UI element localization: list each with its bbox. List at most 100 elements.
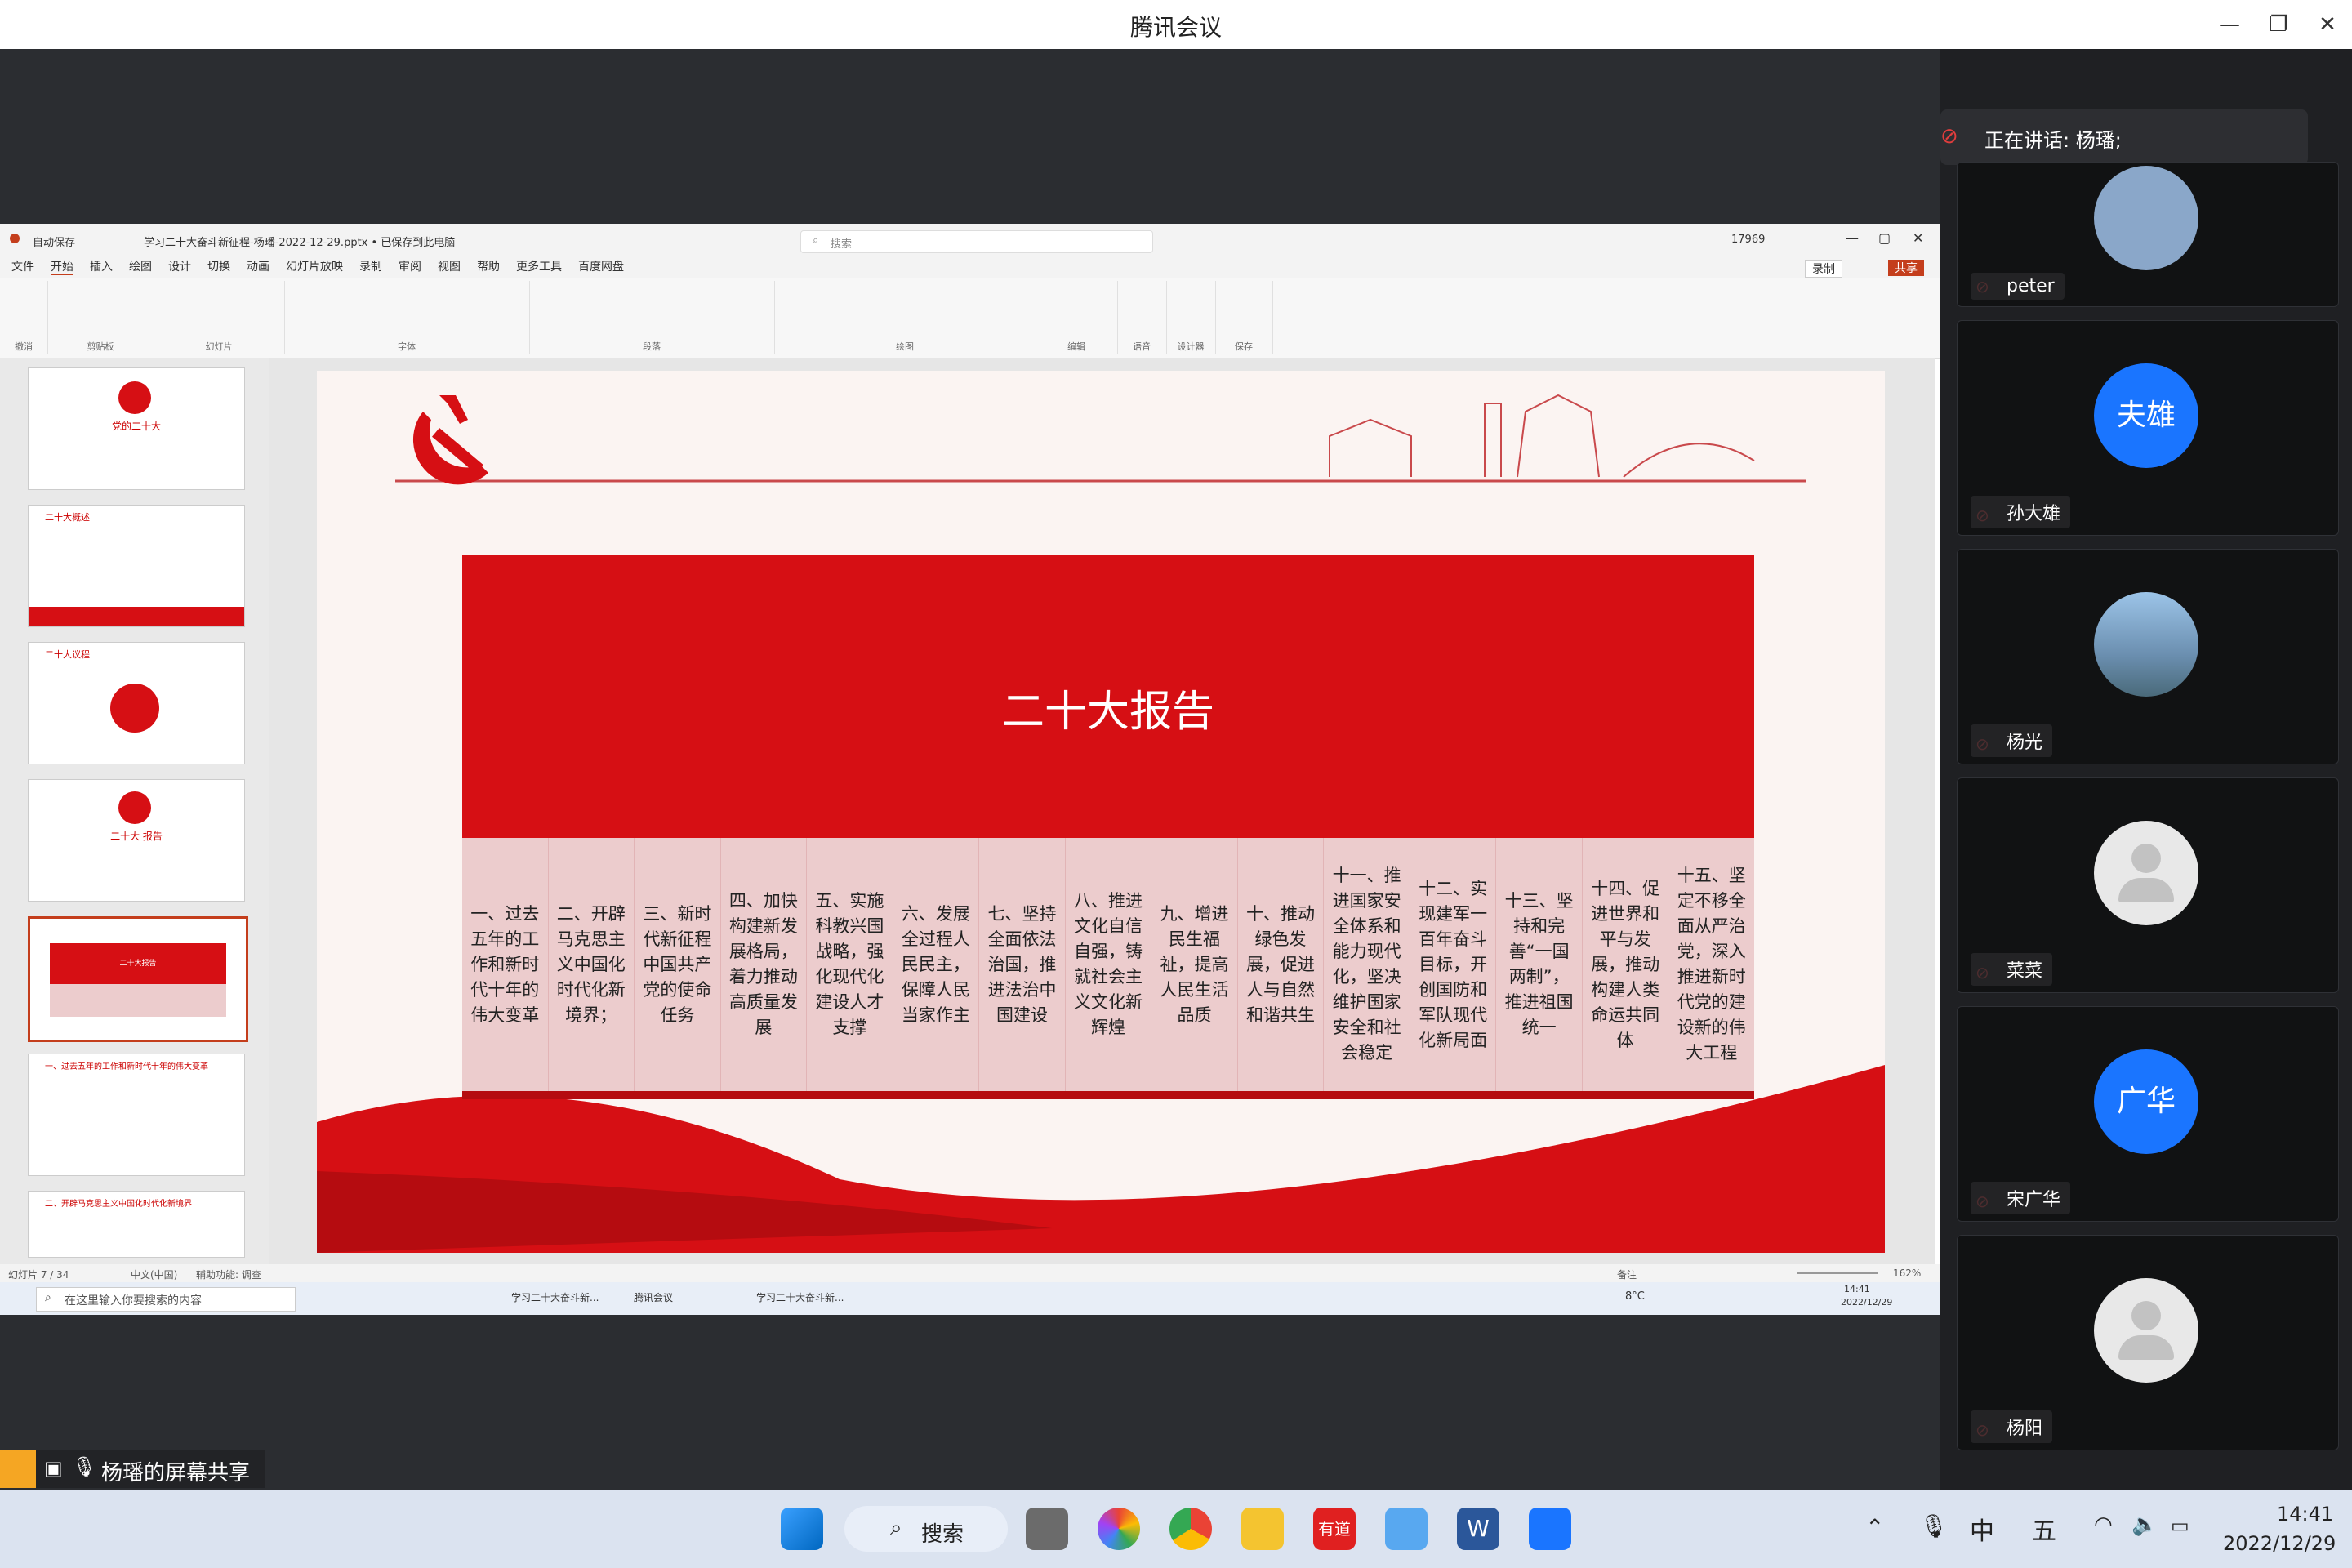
microphone-icon[interactable]: 🎙 xyxy=(1919,1512,1949,1539)
ppt-statusbar: 幻灯片 7 / 34 中文(中国) 辅助功能: 调查 备注 162% xyxy=(0,1264,1940,1282)
menu-design[interactable]: 设计 xyxy=(168,261,191,274)
ime-wubi[interactable]: 五 xyxy=(2032,1511,2056,1547)
menu-record[interactable]: 录制 xyxy=(359,261,382,274)
word-icon[interactable]: W xyxy=(1457,1508,1499,1550)
task-view-icon[interactable] xyxy=(1026,1508,1068,1550)
autosave-label[interactable]: 自动保存 xyxy=(33,234,75,249)
report-section: 十四、促进世界和平与发展，推动构建人类命运共同体 xyxy=(1583,838,1669,1091)
accessibility-indicator[interactable]: 辅助功能: 调查 xyxy=(196,1267,261,1281)
inner-taskbar-app[interactable]: 学习二十大奋斗新... xyxy=(511,1290,599,1304)
ppt-minimize-icon[interactable]: — xyxy=(1846,230,1859,246)
participant-tile[interactable]: 夫雄 ⊘ 孙大雄 xyxy=(1957,320,2339,536)
menu-insert[interactable]: 插入 xyxy=(90,261,113,274)
inner-taskbar-app[interactable]: 学习二十大奋斗新... xyxy=(756,1290,844,1304)
menu-home[interactable]: 开始 xyxy=(51,261,74,275)
menu-transitions[interactable]: 切换 xyxy=(207,261,230,274)
inner-taskbar-search[interactable]: ⌕ 在这里输入你要搜索的内容 xyxy=(36,1287,296,1312)
chevron-up-icon[interactable]: ⌃ xyxy=(1865,1514,1884,1541)
restore-icon[interactable]: ❐ xyxy=(2262,8,2295,41)
report-section: 九、增进民生福祉，提高人民生活品质 xyxy=(1152,838,1238,1091)
slide-thumbnail-selected[interactable]: 7二十大报告 xyxy=(28,916,248,1042)
volume-icon[interactable]: 🔈 xyxy=(2132,1512,2158,1537)
ribbon-group-slides[interactable]: 幻灯片 xyxy=(154,281,285,354)
ribbon-group-drawing[interactable]: 绘图 xyxy=(774,281,1036,354)
menu-more-tools[interactable]: 更多工具 xyxy=(516,261,562,274)
record-button[interactable]: 录制 xyxy=(1805,260,1842,278)
ribbon-group-font[interactable]: 字体 xyxy=(284,281,530,354)
participant-name: 杨阳 xyxy=(1971,1410,2053,1443)
language-indicator[interactable]: 中文(中国) xyxy=(131,1267,177,1281)
menu-view[interactable]: 视图 xyxy=(438,261,461,274)
report-section: 十二、实现建军一百年奋斗目标，开创国防和军队现代化新局面 xyxy=(1410,838,1497,1091)
ribbon-group-designer[interactable]: 设计器 xyxy=(1166,281,1216,354)
menu-draw[interactable]: 绘图 xyxy=(129,261,152,274)
menu-animations[interactable]: 动画 xyxy=(247,261,270,274)
participant-tile[interactable]: ⊘ 杨阳 xyxy=(1957,1235,2339,1450)
ime-mode[interactable]: 中 xyxy=(1970,1511,1994,1547)
shared-screen[interactable]: 自动保存 学习二十大奋斗新征程-杨璠-2022-12-29.pptx • 已保存… xyxy=(0,224,1940,1315)
ppt-menu-bar: 文件 开始 插入 绘图 设计 切换 动画 幻灯片放映 录制 审阅 视图 帮助 更多工具 百度网盘 录制 共… xyxy=(0,258,1940,278)
slide-thumbnail[interactable]: 8一、过去五年的工作和新时代十年的伟大变革 xyxy=(28,1054,245,1176)
chrome-icon[interactable] xyxy=(1169,1508,1212,1550)
battery-icon[interactable]: ▭ xyxy=(2171,1514,2189,1537)
menu-slideshow[interactable]: 幻灯片放映 xyxy=(286,261,343,274)
report-section: 二、开辟马克思主义中国化时代化新境界； xyxy=(549,838,635,1091)
report-section: 七、坚持全面依法治国，推进法治中国建设 xyxy=(979,838,1066,1091)
participant-tile[interactable]: 广华 ⊘ 宋广华 xyxy=(1957,1006,2339,1222)
close-icon[interactable]: ✕ xyxy=(2311,8,2344,41)
slide-thumbnail[interactable]: 5二十大议程 xyxy=(28,642,245,764)
ribbon-group-voice[interactable]: 语音 xyxy=(1117,281,1167,354)
clock-date[interactable]: 2022/12/29 xyxy=(2223,1532,2336,1555)
menu-baidu-netdisk[interactable]: 百度网盘 xyxy=(578,261,624,274)
participant-tile[interactable]: ⊘ 杨光 xyxy=(1957,549,2339,764)
inner-clock-time: 14:41 xyxy=(1844,1284,1870,1294)
inner-taskbar-app[interactable]: 腾讯会议 xyxy=(634,1290,673,1304)
youdao-icon[interactable]: 有道 xyxy=(1313,1508,1356,1550)
participant-tile[interactable]: ⊘ 菜菜 xyxy=(1957,777,2339,993)
slide-thumbnail[interactable]: 3党的二十大 xyxy=(28,368,245,490)
ribbon-group-undo[interactable]: 撤消 xyxy=(0,281,48,354)
slide-thumbnail[interactable]: 4二十大概述 xyxy=(28,505,245,627)
taskbar-search-box[interactable]: ⌕ 搜索 xyxy=(844,1506,1008,1552)
screen-share-indicator[interactable]: ▣ 🎙 杨璠的屏幕共享 xyxy=(0,1450,265,1488)
ribbon-group-clipboard[interactable]: 剪贴板 xyxy=(47,281,154,354)
ppt-search-box[interactable]: ⌕ 搜索 xyxy=(800,230,1153,253)
participant-name: 宋广华 xyxy=(1971,1182,2071,1214)
app-icon[interactable] xyxy=(1385,1508,1428,1550)
report-section: 八、推进文化自信自强，铸就社会主义文化新辉煌 xyxy=(1066,838,1152,1091)
report-section: 十、推动绿色发展，促进人与自然和谐共生 xyxy=(1238,838,1325,1091)
menu-review[interactable]: 审阅 xyxy=(399,261,421,274)
person-icon xyxy=(0,1450,36,1488)
windows-taskbar: ⌕ 搜索 有道 W ⌃ 🎙 中 五 ◠ 🔈 ▭ 14:41 2022/12/29 xyxy=(0,1490,2352,1568)
report-section: 六、发展全过程人民民主，保障人民当家作主 xyxy=(893,838,980,1091)
microphone-icon: 🎙 xyxy=(72,1455,97,1478)
default-avatar-icon xyxy=(2094,821,2198,925)
browser-icon[interactable] xyxy=(1098,1508,1140,1550)
ppt-close-icon[interactable]: ✕ xyxy=(1913,230,1923,246)
ribbon-group-paragraph[interactable]: 段落 xyxy=(529,281,775,354)
inner-clock-date: 2022/12/29 xyxy=(1841,1297,1893,1307)
clock-time[interactable]: 14:41 xyxy=(2277,1503,2333,1526)
slide-thumbnail[interactable]: 6二十大 报告 xyxy=(28,779,245,902)
participant-name: 杨光 xyxy=(1971,724,2053,757)
zoom-slider[interactable] xyxy=(1797,1272,1878,1274)
minimize-icon[interactable]: — xyxy=(2213,8,2246,41)
ppt-restore-icon[interactable]: ▢ xyxy=(1878,230,1891,246)
tencent-meeting-icon[interactable] xyxy=(1529,1508,1571,1550)
zoom-level[interactable]: 162% xyxy=(1893,1267,1921,1279)
weather-indicator[interactable]: 8°C xyxy=(1625,1290,1645,1303)
file-explorer-icon[interactable] xyxy=(1241,1508,1284,1550)
ribbon-group-editing[interactable]: 编辑 xyxy=(1036,281,1118,354)
participant-name: peter xyxy=(1971,273,2065,300)
menu-help[interactable]: 帮助 xyxy=(477,261,500,274)
participant-tile[interactable]: ⊘ peter xyxy=(1957,162,2339,307)
notes-button[interactable]: 备注 xyxy=(1617,1267,1637,1281)
share-button[interactable]: 共享 xyxy=(1888,260,1924,276)
slide-thumbnail[interactable]: 9二、开辟马克思主义中国化时代化新境界 xyxy=(28,1191,245,1258)
windows-start-icon[interactable] xyxy=(781,1508,823,1550)
ribbon-group-save[interactable]: 保存 xyxy=(1215,281,1273,354)
wifi-icon[interactable]: ◠ xyxy=(2094,1512,2113,1537)
menu-file[interactable]: 文件 xyxy=(11,261,34,274)
report-section: 一、过去五年的工作和新时代十年的伟大变革 xyxy=(462,838,549,1091)
ppt-titlebar: 自动保存 学习二十大奋斗新征程-杨璠-2022-12-29.pptx • 已保存… xyxy=(0,224,1940,258)
